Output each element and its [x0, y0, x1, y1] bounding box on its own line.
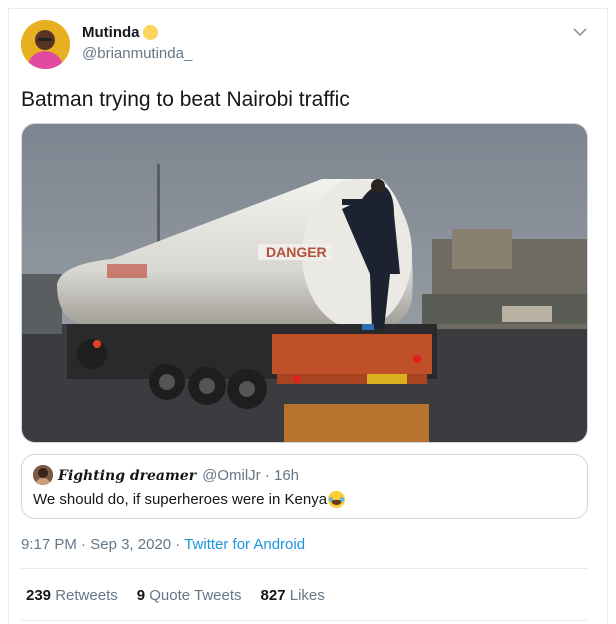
tweet-time[interactable]: 9:17 PM: [21, 536, 77, 553]
quoted-separator: ·: [260, 467, 274, 484]
retweets-label: Retweets: [55, 587, 118, 604]
quoted-tweet[interactable]: Fighting dreamer @OmilJr · 16h We should…: [21, 454, 588, 519]
quoted-meta: @OmilJr · 16h: [202, 467, 299, 484]
author-name-row[interactable]: Mutinda: [82, 24, 158, 41]
retweets-stat[interactable]: 239 Retweets: [26, 587, 118, 604]
tweet-meta: 9:17 PM · Sep 3, 2020 · Twitter for Andr…: [21, 536, 305, 553]
retweets-count: 239: [26, 587, 52, 604]
meta-separator-2: ·: [171, 536, 185, 553]
meta-separator-1: ·: [76, 536, 91, 553]
author-avatar[interactable]: [21, 20, 70, 69]
quoted-author-name: Fighting dreamer: [58, 468, 197, 484]
divider-bottom: [21, 620, 588, 621]
quote-tweets-label: Quote Tweets: [149, 587, 242, 604]
tweet-text: Batman trying to beat Nairobi traffic: [21, 88, 350, 111]
sun-emoji-icon: [142, 25, 158, 40]
quote-tweets-stat[interactable]: 9 Quote Tweets: [137, 587, 242, 604]
quote-tweets-count: 9: [136, 587, 146, 604]
author-display-name[interactable]: Mutinda: [82, 24, 140, 41]
tweet-video[interactable]: DANGER: [21, 123, 588, 443]
tears-of-joy-emoji-icon: [328, 491, 346, 508]
likes-label: Likes: [289, 587, 325, 604]
quoted-text-row: We should do, if superheroes were in Ken…: [33, 491, 346, 508]
quoted-time: 16h: [274, 467, 300, 484]
quoted-header: Fighting dreamer @OmilJr · 16h: [58, 467, 299, 484]
quoted-text: We should do, if superheroes were in Ken…: [33, 491, 328, 508]
tweet-stats: 239 Retweets 9 Quote Tweets 827 Likes: [26, 587, 325, 604]
likes-count: 827: [260, 587, 286, 604]
chevron-down-icon[interactable]: [570, 25, 590, 39]
tweet-source-link[interactable]: Twitter for Android: [184, 536, 305, 553]
quoted-author-avatar: [33, 465, 53, 485]
svg-text:DANGER: DANGER: [266, 244, 327, 260]
tweet-date[interactable]: Sep 3, 2020: [90, 536, 171, 553]
quoted-author-handle: @OmilJr: [202, 467, 261, 484]
video-thumbnail: DANGER: [22, 124, 587, 442]
likes-stat[interactable]: 827 Likes: [261, 587, 325, 604]
divider-top: [21, 568, 588, 569]
author-handle[interactable]: @brianmutinda_: [82, 45, 192, 62]
